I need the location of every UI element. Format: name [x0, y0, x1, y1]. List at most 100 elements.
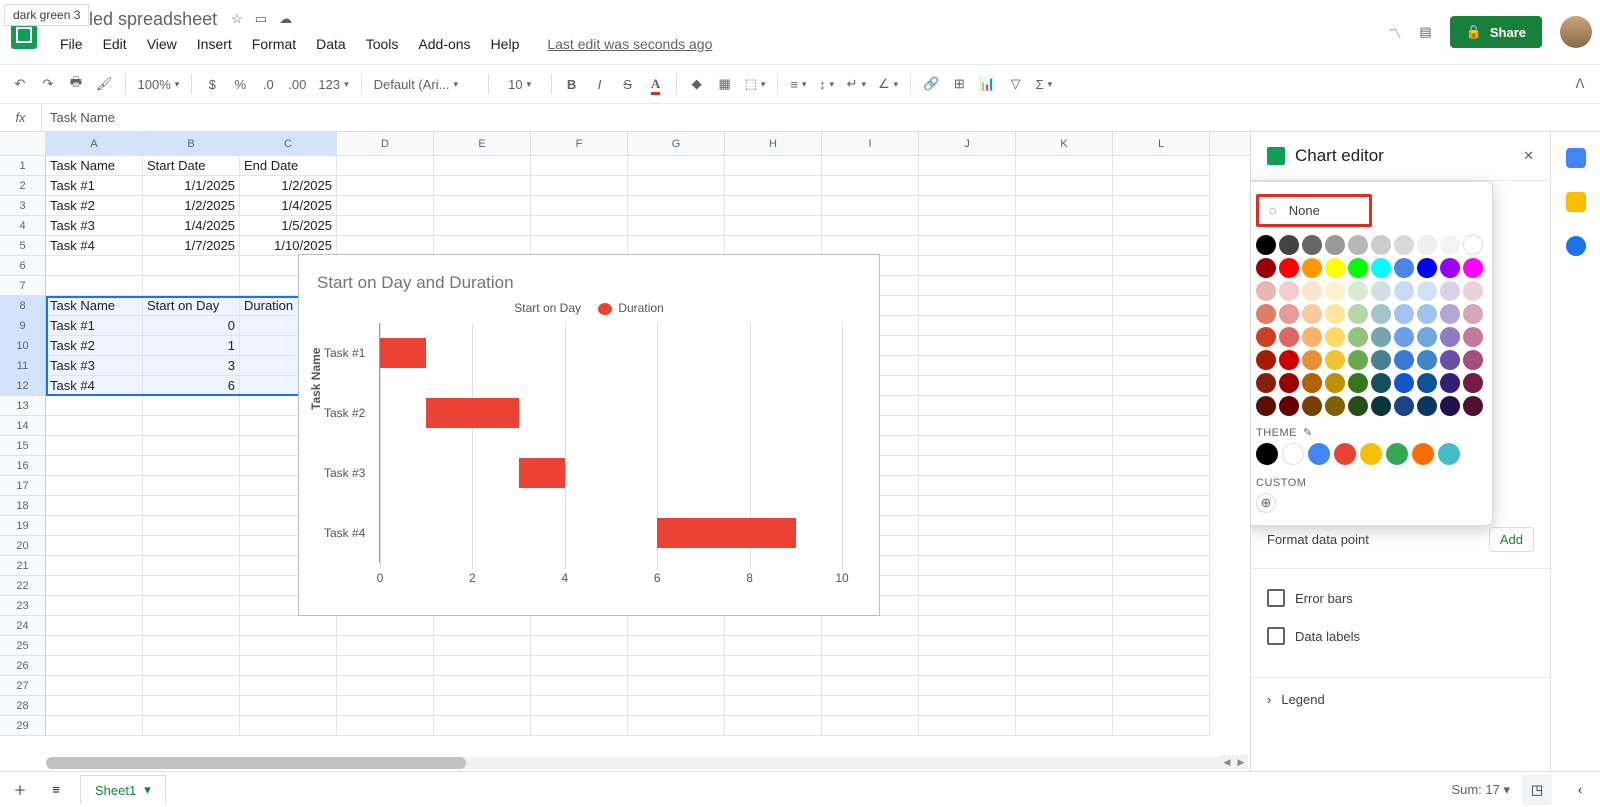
cell[interactable]: [725, 176, 822, 196]
color-swatch[interactable]: [1348, 281, 1368, 301]
cell[interactable]: [46, 416, 143, 436]
cell[interactable]: [1113, 696, 1210, 716]
theme-swatch[interactable]: [1308, 443, 1330, 465]
cell[interactable]: [919, 476, 1016, 496]
col-L[interactable]: L: [1113, 132, 1210, 155]
cloud-icon[interactable]: ☁: [279, 11, 292, 27]
cell[interactable]: [919, 396, 1016, 416]
dec-decrease-button[interactable]: .0: [256, 71, 280, 97]
theme-swatch[interactable]: [1386, 443, 1408, 465]
row-header[interactable]: 7: [0, 276, 46, 296]
cell[interactable]: [531, 676, 628, 696]
trend-icon[interactable]: 〽: [1388, 23, 1401, 42]
color-swatch[interactable]: [1279, 281, 1299, 301]
color-swatch[interactable]: [1302, 235, 1322, 255]
textcolor-button[interactable]: A: [644, 71, 668, 97]
color-swatch[interactable]: [1394, 304, 1414, 324]
color-swatch[interactable]: [1256, 281, 1276, 301]
color-swatch[interactable]: [1325, 327, 1345, 347]
row-header[interactable]: 3: [0, 196, 46, 216]
cell[interactable]: [46, 696, 143, 716]
row-header[interactable]: 10: [0, 336, 46, 356]
cell[interactable]: [1113, 456, 1210, 476]
color-swatch[interactable]: [1325, 281, 1345, 301]
color-swatch[interactable]: [1302, 327, 1322, 347]
cell[interactable]: [1016, 476, 1113, 496]
color-swatch[interactable]: [1463, 373, 1483, 393]
row-header[interactable]: 5: [0, 236, 46, 256]
cell[interactable]: [46, 576, 143, 596]
cell[interactable]: [1113, 516, 1210, 536]
cell[interactable]: [46, 256, 143, 276]
share-button[interactable]: 🔒 Share: [1450, 16, 1542, 48]
data-labels-checkbox[interactable]: [1267, 627, 1285, 645]
color-swatch[interactable]: [1463, 258, 1483, 278]
cell[interactable]: Task #3: [46, 216, 143, 236]
cell[interactable]: [1113, 676, 1210, 696]
merge-button[interactable]: ⬚: [741, 71, 770, 97]
cell[interactable]: [434, 156, 531, 176]
dec-increase-button[interactable]: .00: [284, 71, 310, 97]
cell[interactable]: [1113, 636, 1210, 656]
cell[interactable]: Start on Day: [143, 296, 240, 316]
cell[interactable]: 3: [143, 356, 240, 376]
cell[interactable]: [1016, 336, 1113, 356]
cell[interactable]: 1/4/2025: [143, 216, 240, 236]
cell[interactable]: [1016, 716, 1113, 736]
cell[interactable]: [46, 676, 143, 696]
cell[interactable]: [143, 276, 240, 296]
cell[interactable]: End Date: [240, 156, 337, 176]
cell[interactable]: [628, 656, 725, 676]
cell[interactable]: [628, 696, 725, 716]
cell[interactable]: [46, 396, 143, 416]
cell[interactable]: [46, 716, 143, 736]
cell[interactable]: [919, 516, 1016, 536]
wrap-button[interactable]: ↵: [843, 71, 870, 97]
halign-button[interactable]: ≡: [786, 71, 810, 97]
font-select[interactable]: Default (Ari...: [370, 71, 480, 97]
color-swatch[interactable]: [1440, 327, 1460, 347]
row-header[interactable]: 15: [0, 436, 46, 456]
cell[interactable]: [725, 716, 822, 736]
color-swatch[interactable]: [1440, 373, 1460, 393]
chart-bar[interactable]: [380, 338, 426, 368]
color-swatch[interactable]: [1256, 373, 1276, 393]
theme-swatch[interactable]: [1282, 443, 1304, 465]
color-swatch[interactable]: [1417, 304, 1437, 324]
print-button[interactable]: 🖶: [64, 71, 88, 97]
add-sheet-button[interactable]: ＋: [8, 777, 32, 803]
cell[interactable]: [1113, 576, 1210, 596]
cell[interactable]: [1016, 236, 1113, 256]
color-swatch[interactable]: [1348, 258, 1368, 278]
legend-section-toggle[interactable]: › Legend: [1251, 677, 1550, 721]
color-swatch[interactable]: [1348, 350, 1368, 370]
menu-file[interactable]: File: [52, 32, 91, 56]
color-swatch[interactable]: [1325, 373, 1345, 393]
cell[interactable]: [434, 176, 531, 196]
color-swatch[interactable]: [1440, 281, 1460, 301]
cell[interactable]: [919, 496, 1016, 516]
cell[interactable]: Task #4: [46, 376, 143, 396]
color-swatch[interactable]: [1440, 258, 1460, 278]
cell[interactable]: [1016, 296, 1113, 316]
cell[interactable]: [822, 216, 919, 236]
color-swatch[interactable]: [1394, 281, 1414, 301]
cell[interactable]: [240, 676, 337, 696]
cell[interactable]: [143, 536, 240, 556]
paint-format-button[interactable]: 🖌: [92, 71, 117, 97]
cell[interactable]: [46, 556, 143, 576]
row-header[interactable]: 19: [0, 516, 46, 536]
color-swatch[interactable]: [1279, 304, 1299, 324]
cell[interactable]: [628, 216, 725, 236]
row-header[interactable]: 13: [0, 396, 46, 416]
explore-button[interactable]: ◳: [1522, 775, 1552, 805]
scroll-left-button[interactable]: ◀: [1220, 755, 1234, 769]
menu-help[interactable]: Help: [483, 32, 528, 56]
cell[interactable]: [1113, 396, 1210, 416]
custom-color-add[interactable]: ⊕: [1256, 493, 1276, 513]
cell[interactable]: [143, 676, 240, 696]
cell[interactable]: [46, 536, 143, 556]
color-swatch[interactable]: [1417, 281, 1437, 301]
color-swatch[interactable]: [1371, 304, 1391, 324]
italic-button[interactable]: I: [588, 71, 612, 97]
